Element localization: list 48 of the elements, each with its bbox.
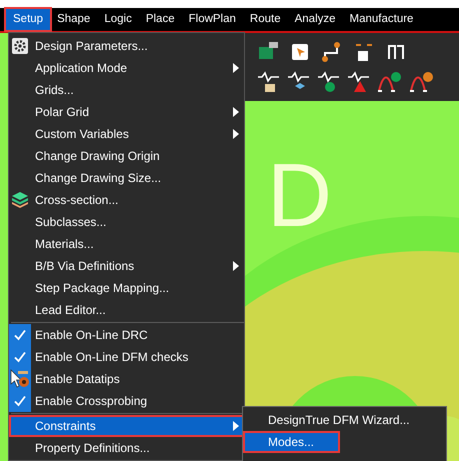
toolbar-tool-icon[interactable] xyxy=(289,41,311,63)
submenu-arrow-icon xyxy=(233,421,239,431)
menu-bar-item[interactable]: Analyze xyxy=(288,9,343,30)
menu-item[interactable]: Polar Grid xyxy=(9,101,244,123)
checkmark-icon xyxy=(13,328,27,342)
submenu-arrow-icon xyxy=(233,107,239,117)
menu-bar-item[interactable]: Route xyxy=(242,9,288,30)
menu-item[interactable]: Custom Variables xyxy=(9,123,244,145)
signal-check-icon[interactable] xyxy=(347,71,371,93)
submenu-arrow-icon xyxy=(233,63,239,73)
menu-item[interactable]: Application Mode xyxy=(9,57,244,79)
menu-bar-item[interactable]: FlowPlan xyxy=(182,9,243,30)
submenu-arrow-icon xyxy=(233,129,239,139)
menu-item[interactable]: Subclasses... xyxy=(9,211,244,233)
signal-check-icon[interactable] xyxy=(317,71,341,93)
gear-icon xyxy=(12,38,28,54)
submenu-arrow-icon xyxy=(233,261,239,271)
layers-icon xyxy=(10,191,30,209)
menu-item[interactable]: Cross-section... xyxy=(9,189,244,211)
menu-item[interactable]: Change Drawing Size... xyxy=(9,167,244,189)
menu-item[interactable]: Enable Datatips xyxy=(9,368,244,390)
menu-item[interactable]: Lead Editor... xyxy=(9,299,244,321)
checkmark-icon xyxy=(13,394,27,408)
menu-bar-item[interactable]: Manufacture xyxy=(342,9,420,30)
menu-item[interactable]: Enable Crossprobing xyxy=(9,390,244,412)
menu-bar-item[interactable]: Place xyxy=(138,9,182,30)
trace-curve-icon[interactable] xyxy=(377,71,403,93)
toolbar-tool-icon[interactable] xyxy=(353,41,375,63)
menu-item[interactable]: Grids... xyxy=(9,79,244,101)
toolbar-tool-icon[interactable] xyxy=(321,41,343,63)
menu-item[interactable]: Design Parameters... xyxy=(9,35,244,57)
menu-item[interactable]: Enable On-Line DFM checks xyxy=(9,346,244,368)
trace-curve-icon[interactable] xyxy=(409,71,435,93)
signal-check-icon[interactable] xyxy=(257,71,281,93)
submenu-item[interactable]: Modes... xyxy=(243,431,340,453)
menu-item[interactable]: Step Package Mapping... xyxy=(9,277,244,299)
checkmark-icon xyxy=(13,350,27,364)
menu-item[interactable]: Constraints xyxy=(9,415,244,437)
silkscreen-letter: D xyxy=(267,151,332,241)
menu-bar-item[interactable]: Setup xyxy=(6,9,50,30)
menu-bar-item[interactable]: Shape xyxy=(50,9,98,30)
submenu-item[interactable]: DesignTrue DFM Wizard... xyxy=(243,409,446,431)
menu-item[interactable]: Materials... xyxy=(9,233,244,255)
menu-item[interactable]: Property Definitions... xyxy=(9,437,244,459)
menu-item[interactable]: Enable On-Line DRC xyxy=(9,324,244,346)
menu-bar-item[interactable]: Logic xyxy=(97,9,139,30)
menu-item[interactable]: Change Drawing Origin xyxy=(9,145,244,167)
menu-item[interactable]: B/B Via Definitions xyxy=(9,255,244,277)
